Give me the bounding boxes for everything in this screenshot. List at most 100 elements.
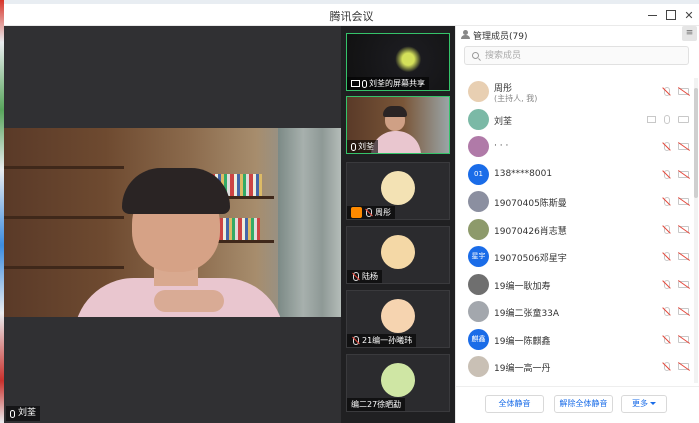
member-row[interactable]: 周彤 (主持人, 我) [456,78,694,106]
member-list: 周彤 (主持人, 我) 刘荃 · · · 01 138****8001 19070405陈斯… [456,78,694,383]
avatar: 01 [468,163,489,185]
mic-muted-icon[interactable] [662,307,671,318]
mic-muted-icon[interactable] [662,334,671,346]
more-button[interactable]: 更多 [621,395,667,413]
camera-off-icon[interactable] [678,335,689,343]
members-panel-header: 管理成员(79) ≡ [456,26,699,44]
screen-share-icon [351,80,360,87]
mic-muted-icon[interactable] [662,197,671,208]
member-name: 138****8001 [494,168,553,179]
maximize-button[interactable] [663,7,679,23]
thumbnail-name: 陆杨 [362,272,378,281]
member-name: 刘荃 [494,116,513,127]
mute-all-button[interactable]: 全体静音 [485,395,544,413]
camera-off-icon[interactable] [678,280,689,288]
member-row[interactable]: 星宇 19070506邓星宇 [456,243,694,271]
main-video-stage[interactable]: 刘荃 [4,26,341,423]
speaker-name: 刘荃 [18,408,37,418]
speaker-name-tag: 刘荃 [6,406,41,421]
bookshelf [4,166,124,169]
avatar [381,363,415,397]
camera-off-icon[interactable] [678,225,689,233]
member-name: · · · [494,141,509,151]
curtain [278,128,341,317]
avatar [468,191,489,212]
member-row[interactable]: 01 138****8001 [456,161,694,189]
members-title: 管理成员(79) [473,32,528,42]
camera-icon[interactable] [678,115,689,123]
thumbnail-participant[interactable]: 周彤 [346,162,450,220]
members-icon [461,30,470,39]
member-row[interactable]: 19编二张童33A [456,298,694,326]
speaker-hands [154,290,224,312]
avatar [468,218,489,240]
mic-muted-icon[interactable] [662,279,671,291]
close-button[interactable]: ✕ [681,7,697,23]
camera-off-icon[interactable] [678,170,689,178]
thumbnail-name: 编二27徐晒勐 [351,400,402,409]
speaker-video [4,128,341,317]
video-thumbnail-column: 刘荃的屏幕共享 刘荃 周彤 陆杨 21编一孙曦玮 编二27徐晒勐 [341,26,455,423]
member-name: 19编一陈麒鑫 [494,336,551,347]
mic-muted-icon[interactable] [662,224,671,236]
mic-muted-icon [364,208,373,217]
camera-off-icon[interactable] [678,308,689,315]
member-search[interactable] [464,46,689,65]
thumbnail-screen-share[interactable]: 刘荃的屏幕共享 [346,33,450,91]
mic-muted-icon[interactable] [662,87,671,98]
bookshelf [4,216,124,219]
member-list-scrollbar[interactable] [694,78,698,383]
thumbnail-participant[interactable]: 21编一孙曦玮 [346,290,450,348]
meeting-app: 腾讯会议 ✕ 刘荃 刘荃的屏幕共享 刘荃 周彤 陆杨 21编一孙曦玮 编二27徐… [0,0,699,423]
mic-muted-icon[interactable] [662,362,671,373]
member-name: 19070405陈斯曼 [494,199,567,209]
avatar [468,273,489,295]
mic-muted-icon[interactable] [662,252,671,263]
avatar [381,235,415,269]
member-row[interactable]: 19编一耿加寿 [456,271,694,299]
minimize-button[interactable] [644,7,660,23]
member-search-input[interactable] [485,49,685,62]
mic-muted-icon [351,272,360,281]
unmute-all-button[interactable]: 解除全体静音 [554,395,613,413]
camera-off-icon[interactable] [678,363,689,370]
mic-muted-icon[interactable] [662,169,671,181]
member-row[interactable]: 19编一高一丹 [456,353,694,381]
panel-menu-button[interactable]: ≡ [682,26,697,41]
mic-muted-icon[interactable] [662,142,671,153]
scrollbar-thumb[interactable] [694,88,698,198]
camera-off-icon[interactable] [678,253,689,260]
avatar [468,136,489,157]
member-name: 19编一高一丹 [494,364,551,374]
mic-icon [351,142,356,151]
member-row[interactable]: 19070426肖志慧 [456,216,694,244]
camera-off-icon[interactable] [678,88,689,95]
thumbnail-label: 刘荃 [347,140,378,153]
thumbnail-name: 刘荃的屏幕共享 [369,79,425,88]
member-row[interactable]: 刘荃 [456,106,694,134]
thumbnail-video[interactable]: 刘荃 [346,96,450,154]
camera-off-icon[interactable] [678,143,689,150]
mic-icon [362,79,367,88]
mic-icon[interactable] [662,114,671,126]
member-row[interactable]: 麒鑫 19编一陈麒鑫 [456,326,694,354]
members-panel: 管理成员(79) ≡ 周彤(主持人, 我) 刘荃 · · · 01 138****800… [455,26,699,423]
thumbnail-participant[interactable]: 陆杨 [346,226,450,284]
thumbnail-name: 21编一孙曦玮 [362,336,413,345]
camera-off-icon[interactable] [678,198,689,205]
avatar [468,81,489,102]
member-name: 19编一耿加寿 [494,281,551,292]
host-icon [351,207,362,218]
thumbnail-label: 编二27徐晒勐 [347,398,406,411]
member-row[interactable]: 19070405陈斯曼 [456,188,694,216]
avatar: 麒鑫 [468,328,489,350]
thumbnail-label: 周彤 [347,206,395,219]
member-name: 19070426肖志慧 [494,226,567,237]
thumbnail-participant[interactable]: 编二27徐晒勐 [346,354,450,412]
mini-body [371,131,421,153]
avatar [468,356,489,377]
member-row[interactable]: · · · [456,133,694,161]
thumbnail-label: 刘荃的屏幕共享 [347,77,429,90]
speaker-hair [122,168,230,214]
avatar [468,108,489,130]
